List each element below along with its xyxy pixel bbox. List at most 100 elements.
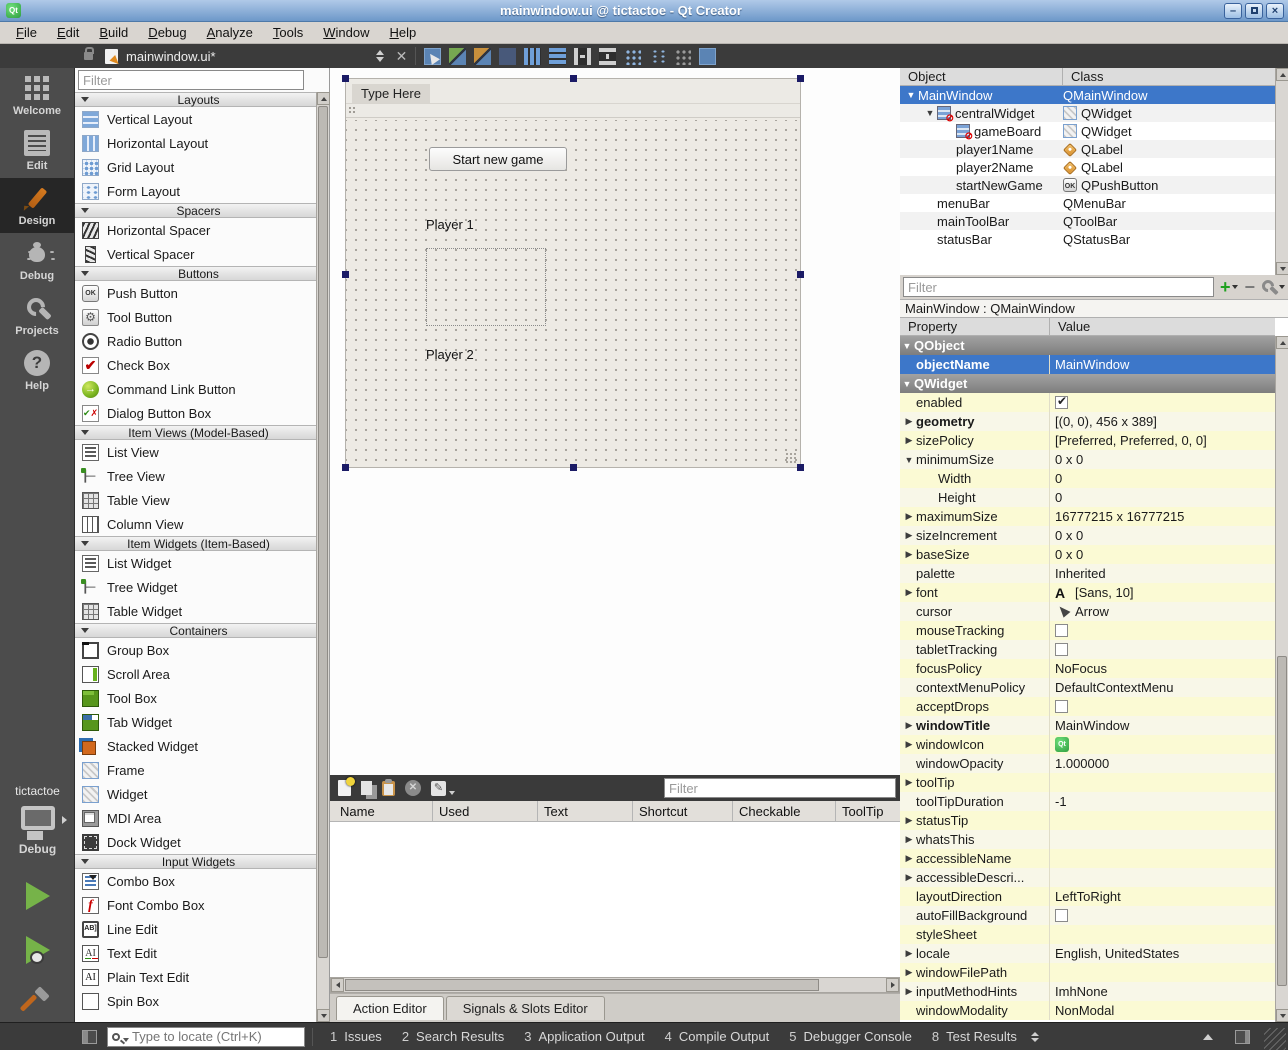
property-row-tooltip[interactable]: ▶toolTip (900, 773, 1275, 792)
widget-column-view[interactable]: Column View (75, 512, 316, 536)
new-action-icon[interactable] (338, 780, 351, 796)
category-input-widgets[interactable]: Input Widgets (75, 854, 316, 869)
output-pane-application-output[interactable]: 3Application Output (514, 1029, 654, 1044)
widget-horizontal-layout[interactable]: Horizontal Layout (75, 131, 316, 155)
widget-list-view[interactable]: List View (75, 440, 316, 464)
build-hammer-icon[interactable] (25, 988, 51, 1014)
scroll-down-icon[interactable] (317, 1009, 330, 1022)
property-value-cell[interactable]: MainWindow (1050, 716, 1275, 735)
checkbox-unchecked-icon[interactable] (1055, 700, 1068, 713)
widget-tool-box[interactable]: Tool Box (75, 686, 316, 710)
toolbar-drag-handle-icon[interactable] (348, 106, 356, 115)
menu-item-help[interactable]: Help (379, 23, 426, 42)
value-column-header[interactable]: Value (1050, 318, 1098, 335)
remove-dynamic-property-icon[interactable]: − (1244, 278, 1255, 296)
column-tooltip[interactable]: ToolTip (836, 801, 900, 821)
output-pane-issues[interactable]: 1Issues (320, 1029, 392, 1044)
widget-tree-widget[interactable]: Tree Widget (75, 575, 316, 599)
property-row-cursor[interactable]: cursorArrow (900, 602, 1275, 621)
locator[interactable] (107, 1027, 305, 1047)
widget-dialog-button-box[interactable]: Dialog Button Box (75, 401, 316, 425)
mode-debug[interactable]: Debug (0, 233, 74, 288)
toggle-left-panel-icon[interactable] (82, 1030, 97, 1044)
menu-item-build[interactable]: Build (89, 23, 138, 42)
widget-frame[interactable]: Frame (75, 758, 316, 782)
wrench-icon[interactable] (1261, 279, 1277, 295)
property-row-objectname[interactable]: objectNameMainWindow (900, 355, 1275, 374)
layout-form-icon[interactable] (649, 48, 666, 65)
property-value-cell[interactable]: NoFocus (1050, 659, 1275, 678)
checkbox-unchecked-icon[interactable] (1055, 624, 1068, 637)
pane-selector-arrows-icon[interactable] (1031, 1032, 1039, 1042)
property-value-cell[interactable]: [Preferred, Preferred, 0, 0] (1050, 431, 1275, 450)
selection-handle[interactable] (797, 271, 804, 278)
property-row-accessibledescri[interactable]: ▶accessibleDescri... (900, 868, 1275, 887)
property-value-cell[interactable]: DefaultContextMenu (1050, 678, 1275, 697)
property-row-minimumsize[interactable]: ▼minimumSize0 x 0 (900, 450, 1275, 469)
property-value-cell[interactable] (1050, 811, 1275, 830)
expand-output-pane-icon[interactable] (1203, 1034, 1213, 1040)
adjust-size-icon[interactable] (699, 48, 716, 65)
property-value-cell[interactable] (1050, 963, 1275, 982)
property-row-windowfilepath[interactable]: ▶windowFilePath (900, 963, 1275, 982)
expander-icon[interactable]: ▶ (902, 530, 916, 541)
property-value-cell[interactable] (1050, 773, 1275, 792)
property-row-layoutdirection[interactable]: layoutDirectionLeftToRight (900, 887, 1275, 906)
property-row-inputmethodhints[interactable]: ▶inputMethodHintsImhNone (900, 982, 1275, 1001)
layout-vertically-icon[interactable] (549, 48, 566, 65)
scrollbar-thumb[interactable] (318, 106, 328, 958)
object-column-header[interactable]: Object (900, 68, 1063, 85)
expander-icon[interactable]: ▶ (902, 834, 916, 845)
property-row-acceptdrops[interactable]: acceptDrops (900, 697, 1275, 716)
widget-table-widget[interactable]: Table Widget (75, 599, 316, 623)
checkbox-unchecked-icon[interactable] (1055, 909, 1068, 922)
expander-icon[interactable]: ▼ (923, 108, 937, 118)
property-row-enabled[interactable]: enabled (900, 393, 1275, 412)
property-row-locale[interactable]: ▶localeEnglish, UnitedStates (900, 944, 1275, 963)
property-row-maximumsize[interactable]: ▶maximumSize16777215 x 16777215 (900, 507, 1275, 526)
edit-signals-slots-icon[interactable] (449, 48, 466, 65)
widget-dock-widget[interactable]: Dock Widget (75, 830, 316, 854)
object-row-menubar[interactable]: menuBarQMenuBar (900, 194, 1275, 212)
expander-icon[interactable]: ▼ (904, 90, 918, 100)
expander-icon[interactable]: ▼ (902, 455, 916, 465)
window-resize-grip[interactable] (1264, 1028, 1286, 1050)
property-row-sizeincrement[interactable]: ▶sizeIncrement0 x 0 (900, 526, 1275, 545)
expander-icon[interactable]: ▶ (902, 853, 916, 864)
layout-grid-icon[interactable] (624, 48, 641, 65)
property-value-cell[interactable]: NonModal (1050, 1001, 1275, 1020)
property-value-cell[interactable]: 16777215 x 16777215 (1050, 507, 1275, 526)
property-editor-scrollbar[interactable] (1275, 336, 1288, 1022)
menu-item-file[interactable]: File (6, 23, 47, 42)
property-value-cell[interactable] (1050, 640, 1275, 659)
property-row-windowtitle[interactable]: ▶windowTitleMainWindow (900, 716, 1275, 735)
locator-input[interactable] (132, 1029, 300, 1044)
widget-widget[interactable]: Widget (75, 782, 316, 806)
widget-font-combo-box[interactable]: fFont Combo Box (75, 893, 316, 917)
property-row-statustip[interactable]: ▶statusTip (900, 811, 1275, 830)
mode-edit[interactable]: Edit (0, 123, 74, 178)
widget-tab-widget[interactable]: Tab Widget (75, 710, 316, 734)
selection-handle[interactable] (570, 75, 577, 82)
property-column-header[interactable]: Property (900, 318, 1050, 335)
copy-action-icon[interactable] (361, 781, 372, 795)
category-buttons[interactable]: Buttons (75, 266, 316, 281)
start-new-game-button[interactable]: Start new game (429, 147, 567, 171)
property-value-cell[interactable] (1050, 925, 1275, 944)
category-spacers[interactable]: Spacers (75, 203, 316, 218)
debug-run-icon[interactable] (26, 936, 50, 964)
scroll-up-icon[interactable] (1276, 68, 1288, 81)
column-checkable[interactable]: Checkable (733, 801, 836, 821)
property-row-sizepolicy[interactable]: ▶sizePolicy[Preferred, Preferred, 0, 0] (900, 431, 1275, 450)
expander-icon[interactable]: ▶ (902, 549, 916, 560)
property-value-cell[interactable]: ImhNone (1050, 982, 1275, 1001)
player2-label[interactable]: Player 2 (426, 347, 474, 362)
widget-box-scrollbar[interactable] (316, 92, 329, 1022)
scroll-up-icon[interactable] (1276, 336, 1288, 349)
expander-icon[interactable]: ▶ (902, 435, 916, 446)
edit-widgets-icon[interactable] (424, 48, 441, 65)
expander-icon[interactable]: ▶ (902, 948, 916, 959)
property-value-cell[interactable]: -1 (1050, 792, 1275, 811)
property-value-cell[interactable]: 0 x 0 (1050, 545, 1275, 564)
expander-icon[interactable]: ▶ (902, 986, 916, 997)
